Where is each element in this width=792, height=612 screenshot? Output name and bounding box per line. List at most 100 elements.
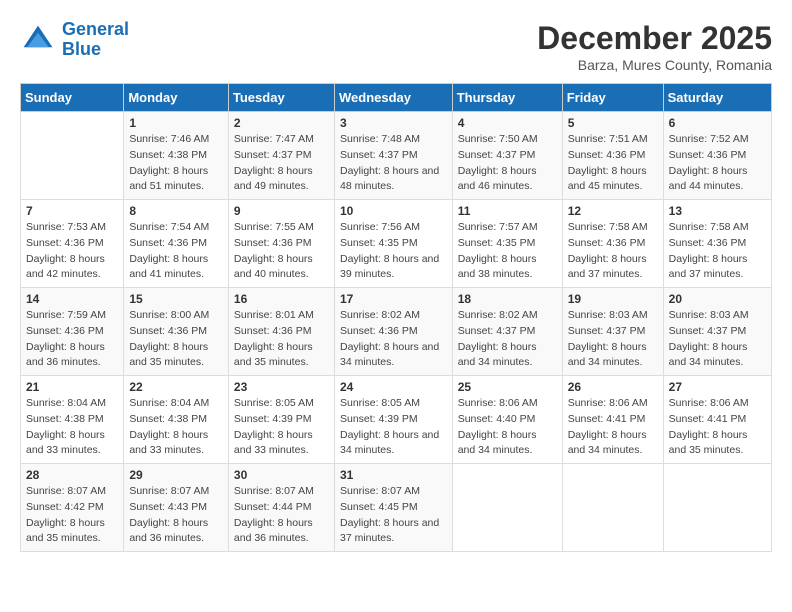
calendar-cell: 29 Sunrise: 8:07 AMSunset: 4:43 PMDaylig…: [124, 464, 229, 552]
day-info: Sunrise: 7:58 AMSunset: 4:36 PMDaylight:…: [669, 220, 766, 283]
calendar-cell: 24 Sunrise: 8:05 AMSunset: 4:39 PMDaylig…: [334, 376, 452, 464]
calendar-cell: 20 Sunrise: 8:03 AMSunset: 4:37 PMDaylig…: [663, 288, 771, 376]
day-info: Sunrise: 8:04 AMSunset: 4:38 PMDaylight:…: [129, 396, 223, 459]
logo: General Blue: [20, 20, 129, 60]
day-number: 3: [340, 116, 447, 130]
day-info: Sunrise: 7:58 AMSunset: 4:36 PMDaylight:…: [568, 220, 658, 283]
day-number: 20: [669, 292, 766, 306]
day-number: 15: [129, 292, 223, 306]
logo-line2: Blue: [62, 39, 101, 59]
title-block: December 2025 Barza, Mures County, Roman…: [537, 20, 772, 73]
day-number: 19: [568, 292, 658, 306]
day-number: 14: [26, 292, 118, 306]
calendar-cell: 12 Sunrise: 7:58 AMSunset: 4:36 PMDaylig…: [562, 200, 663, 288]
day-info: Sunrise: 7:52 AMSunset: 4:36 PMDaylight:…: [669, 132, 766, 195]
calendar-cell: 14 Sunrise: 7:59 AMSunset: 4:36 PMDaylig…: [21, 288, 124, 376]
month-title: December 2025: [537, 20, 772, 57]
day-info: Sunrise: 8:01 AMSunset: 4:36 PMDaylight:…: [234, 308, 329, 371]
calendar-cell: [452, 464, 562, 552]
day-number: 23: [234, 380, 329, 394]
day-number: 26: [568, 380, 658, 394]
calendar-cell: 18 Sunrise: 8:02 AMSunset: 4:37 PMDaylig…: [452, 288, 562, 376]
day-info: Sunrise: 8:03 AMSunset: 4:37 PMDaylight:…: [669, 308, 766, 371]
day-info: Sunrise: 8:06 AMSunset: 4:40 PMDaylight:…: [458, 396, 557, 459]
day-number: 4: [458, 116, 557, 130]
day-number: 31: [340, 468, 447, 482]
day-number: 2: [234, 116, 329, 130]
calendar-cell: 3 Sunrise: 7:48 AMSunset: 4:37 PMDayligh…: [334, 112, 452, 200]
day-info: Sunrise: 8:02 AMSunset: 4:36 PMDaylight:…: [340, 308, 447, 371]
day-number: 10: [340, 204, 447, 218]
calendar-cell: 17 Sunrise: 8:02 AMSunset: 4:36 PMDaylig…: [334, 288, 452, 376]
week-row-1: 1 Sunrise: 7:46 AMSunset: 4:38 PMDayligh…: [21, 112, 772, 200]
day-number: 13: [669, 204, 766, 218]
week-row-5: 28 Sunrise: 8:07 AMSunset: 4:42 PMDaylig…: [21, 464, 772, 552]
location-subtitle: Barza, Mures County, Romania: [537, 57, 772, 73]
day-number: 29: [129, 468, 223, 482]
calendar-cell: 6 Sunrise: 7:52 AMSunset: 4:36 PMDayligh…: [663, 112, 771, 200]
day-number: 9: [234, 204, 329, 218]
calendar-cell: 8 Sunrise: 7:54 AMSunset: 4:36 PMDayligh…: [124, 200, 229, 288]
week-row-3: 14 Sunrise: 7:59 AMSunset: 4:36 PMDaylig…: [21, 288, 772, 376]
calendar-cell: 26 Sunrise: 8:06 AMSunset: 4:41 PMDaylig…: [562, 376, 663, 464]
day-number: 17: [340, 292, 447, 306]
calendar-cell: 30 Sunrise: 8:07 AMSunset: 4:44 PMDaylig…: [228, 464, 334, 552]
calendar-cell: 1 Sunrise: 7:46 AMSunset: 4:38 PMDayligh…: [124, 112, 229, 200]
day-info: Sunrise: 8:03 AMSunset: 4:37 PMDaylight:…: [568, 308, 658, 371]
calendar-cell: 7 Sunrise: 7:53 AMSunset: 4:36 PMDayligh…: [21, 200, 124, 288]
calendar-cell: 22 Sunrise: 8:04 AMSunset: 4:38 PMDaylig…: [124, 376, 229, 464]
day-info: Sunrise: 7:57 AMSunset: 4:35 PMDaylight:…: [458, 220, 557, 283]
calendar-cell: 5 Sunrise: 7:51 AMSunset: 4:36 PMDayligh…: [562, 112, 663, 200]
calendar-cell: [21, 112, 124, 200]
day-number: 1: [129, 116, 223, 130]
day-info: Sunrise: 7:59 AMSunset: 4:36 PMDaylight:…: [26, 308, 118, 371]
day-info: Sunrise: 7:47 AMSunset: 4:37 PMDaylight:…: [234, 132, 329, 195]
day-number: 24: [340, 380, 447, 394]
logo-line1: General: [62, 19, 129, 39]
page-header: General Blue December 2025 Barza, Mures …: [20, 20, 772, 73]
day-info: Sunrise: 7:46 AMSunset: 4:38 PMDaylight:…: [129, 132, 223, 195]
calendar-cell: 10 Sunrise: 7:56 AMSunset: 4:35 PMDaylig…: [334, 200, 452, 288]
calendar-cell: 19 Sunrise: 8:03 AMSunset: 4:37 PMDaylig…: [562, 288, 663, 376]
day-info: Sunrise: 8:05 AMSunset: 4:39 PMDaylight:…: [340, 396, 447, 459]
calendar-cell: 23 Sunrise: 8:05 AMSunset: 4:39 PMDaylig…: [228, 376, 334, 464]
day-number: 21: [26, 380, 118, 394]
calendar-cell: 9 Sunrise: 7:55 AMSunset: 4:36 PMDayligh…: [228, 200, 334, 288]
day-info: Sunrise: 7:51 AMSunset: 4:36 PMDaylight:…: [568, 132, 658, 195]
calendar-cell: 16 Sunrise: 8:01 AMSunset: 4:36 PMDaylig…: [228, 288, 334, 376]
day-info: Sunrise: 8:07 AMSunset: 4:44 PMDaylight:…: [234, 484, 329, 547]
day-number: 30: [234, 468, 329, 482]
day-header-wednesday: Wednesday: [334, 84, 452, 112]
day-info: Sunrise: 8:06 AMSunset: 4:41 PMDaylight:…: [669, 396, 766, 459]
day-info: Sunrise: 8:04 AMSunset: 4:38 PMDaylight:…: [26, 396, 118, 459]
logo-text: General Blue: [62, 20, 129, 60]
day-info: Sunrise: 7:56 AMSunset: 4:35 PMDaylight:…: [340, 220, 447, 283]
day-number: 28: [26, 468, 118, 482]
calendar-header-row: SundayMondayTuesdayWednesdayThursdayFrid…: [21, 84, 772, 112]
logo-icon: [20, 22, 56, 58]
calendar-cell: 27 Sunrise: 8:06 AMSunset: 4:41 PMDaylig…: [663, 376, 771, 464]
day-header-sunday: Sunday: [21, 84, 124, 112]
calendar-cell: 4 Sunrise: 7:50 AMSunset: 4:37 PMDayligh…: [452, 112, 562, 200]
calendar-cell: 31 Sunrise: 8:07 AMSunset: 4:45 PMDaylig…: [334, 464, 452, 552]
day-number: 11: [458, 204, 557, 218]
calendar-cell: 11 Sunrise: 7:57 AMSunset: 4:35 PMDaylig…: [452, 200, 562, 288]
calendar-cell: 15 Sunrise: 8:00 AMSunset: 4:36 PMDaylig…: [124, 288, 229, 376]
day-number: 18: [458, 292, 557, 306]
week-row-2: 7 Sunrise: 7:53 AMSunset: 4:36 PMDayligh…: [21, 200, 772, 288]
day-info: Sunrise: 7:53 AMSunset: 4:36 PMDaylight:…: [26, 220, 118, 283]
calendar-cell: 2 Sunrise: 7:47 AMSunset: 4:37 PMDayligh…: [228, 112, 334, 200]
day-number: 12: [568, 204, 658, 218]
day-number: 16: [234, 292, 329, 306]
day-number: 27: [669, 380, 766, 394]
calendar-cell: 13 Sunrise: 7:58 AMSunset: 4:36 PMDaylig…: [663, 200, 771, 288]
calendar-cell: [663, 464, 771, 552]
day-info: Sunrise: 8:07 AMSunset: 4:42 PMDaylight:…: [26, 484, 118, 547]
day-number: 25: [458, 380, 557, 394]
day-number: 22: [129, 380, 223, 394]
day-number: 6: [669, 116, 766, 130]
day-header-saturday: Saturday: [663, 84, 771, 112]
day-info: Sunrise: 7:48 AMSunset: 4:37 PMDaylight:…: [340, 132, 447, 195]
day-info: Sunrise: 8:06 AMSunset: 4:41 PMDaylight:…: [568, 396, 658, 459]
day-info: Sunrise: 7:50 AMSunset: 4:37 PMDaylight:…: [458, 132, 557, 195]
